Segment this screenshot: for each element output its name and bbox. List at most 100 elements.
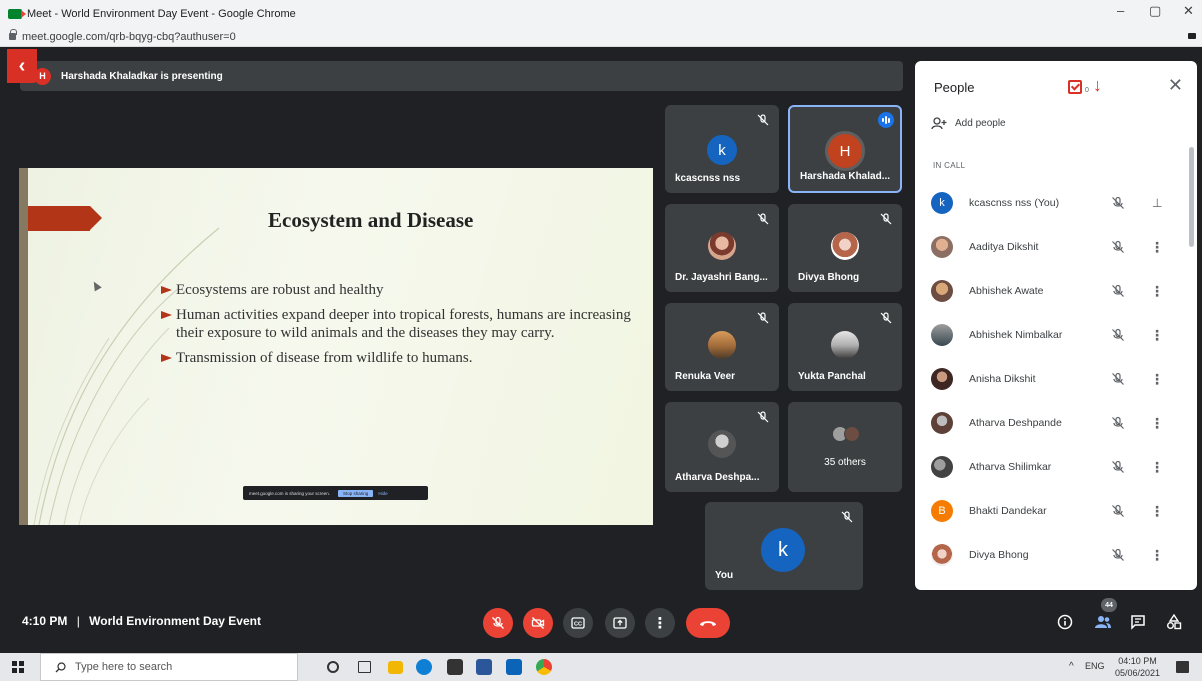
close-window-button[interactable]: ✕ [1183, 3, 1194, 19]
list-item[interactable]: Abhishek Nimbalkar ⋮ [915, 313, 1197, 357]
mic-off-icon [756, 113, 770, 127]
mic-off-icon [1111, 548, 1125, 562]
activities-button[interactable] [1166, 613, 1182, 633]
captions-icon: CC [571, 617, 585, 629]
captions-button[interactable]: CC [563, 608, 593, 638]
participant-tile[interactable]: k kcascnss nss [665, 105, 779, 193]
participant-tile[interactable]: Atharva Deshpa... [665, 402, 779, 492]
speaking-indicator-icon [878, 112, 894, 128]
slide-arrow-decoration [28, 206, 102, 231]
mic-off-icon [879, 311, 893, 325]
participant-tile[interactable]: Dr. Jayashri Bang... [665, 204, 779, 292]
list-item[interactable]: Atharva Shilimkar ⋮ [915, 445, 1197, 489]
list-item[interactable]: Aaditya Dikshit ⋮ [915, 225, 1197, 269]
avatar: B [931, 500, 953, 522]
avatar-photo [831, 331, 859, 359]
more-vert-icon: ⋮ [652, 615, 668, 632]
more-options-icon[interactable]: ⋮ [1150, 503, 1164, 520]
store-icon[interactable] [447, 659, 463, 675]
meeting-details[interactable]: 4:10 PM | World Environment Day Event [22, 614, 261, 628]
collapse-presentation-button[interactable]: ‹ [7, 49, 37, 83]
more-options-icon[interactable]: ⋮ [1150, 415, 1164, 432]
participant-tile-active[interactable]: H Harshada Khalad... [788, 105, 902, 193]
people-icon [1095, 616, 1111, 628]
more-options-icon[interactable]: ⋮ [1150, 547, 1164, 564]
list-item[interactable]: k kcascnss nss (You) ⊥ [915, 181, 1197, 225]
windows-start-icon[interactable] [12, 661, 24, 673]
add-people-button[interactable]: Add people [931, 117, 1006, 130]
participant-tile[interactable]: Yukta Panchal [788, 303, 902, 391]
extension-icon[interactable] [1188, 33, 1196, 39]
lock-icon [9, 29, 17, 40]
list-item[interactable]: Anisha Dikshit ⋮ [915, 357, 1197, 401]
taskbar-clock[interactable]: 04:10 PM 05/06/2021 [1115, 655, 1160, 679]
more-options-icon[interactable]: ⋮ [1150, 459, 1164, 476]
participant-name: Anisha Dikshit [969, 373, 1036, 385]
slide-bullet: Ecosystems are robust and healthy [161, 281, 631, 299]
chat-button[interactable] [1130, 614, 1146, 633]
file-explorer-icon[interactable] [388, 661, 403, 674]
participant-name: kcascnss nss (You) [969, 197, 1060, 209]
minimize-button[interactable]: – [1117, 3, 1124, 18]
mic-off-icon [1111, 460, 1125, 474]
people-panel-scrollbar[interactable] [1189, 147, 1194, 247]
word-icon[interactable] [476, 659, 492, 675]
leave-call-button[interactable] [686, 608, 730, 638]
more-options-icon[interactable]: ⋮ [1150, 283, 1164, 300]
participant-name: Renuka Veer [675, 371, 736, 382]
meeting-time: 4:10 PM [22, 614, 68, 628]
people-panel: People 0 ↓ ✕ Add people IN CALL k kcascn… [915, 61, 1197, 590]
tray-overflow-icon[interactable]: ^ [1069, 661, 1074, 672]
more-options-icon[interactable]: ⋮ [1150, 239, 1164, 256]
more-options-icon[interactable]: ⋮ [1150, 371, 1164, 388]
clock-time: 04:10 PM [1118, 656, 1157, 666]
raised-hands-icon[interactable] [1068, 80, 1082, 94]
share-banner-text: meet.google.com is sharing your screen. [249, 490, 331, 496]
list-item[interactable]: Abhishek Awate ⋮ [915, 269, 1197, 313]
meeting-separator: | [76, 614, 80, 628]
language-indicator[interactable]: ENG [1085, 661, 1105, 671]
notifications-icon[interactable] [1176, 661, 1189, 673]
more-options-icon[interactable]: ⋮ [1150, 327, 1164, 344]
cortana-icon[interactable] [327, 661, 339, 673]
more-options-button[interactable]: ⋮ [645, 608, 675, 638]
present-now-button[interactable] [605, 608, 635, 638]
url-text[interactable]: meet.google.com/qrb-bqyg-cbq?authuser=0 [22, 31, 236, 43]
in-call-section-label: IN CALL [933, 161, 966, 170]
edge-browser-icon[interactable] [416, 659, 432, 675]
address-bar[interactable]: meet.google.com/qrb-bqyg-cbq?authuser=0 [0, 27, 1202, 47]
participant-tile[interactable]: Divya Bhong [788, 204, 902, 292]
others-tile[interactable]: 35 others [788, 402, 902, 492]
slide-bullet: Transmission of disease from wildlife to… [161, 349, 631, 367]
mic-off-icon [756, 311, 770, 325]
mic-off-icon [1111, 328, 1125, 342]
screen-share-banner: meet.google.com is sharing your screen. … [243, 486, 428, 500]
mail-icon[interactable] [506, 659, 522, 675]
self-view-tile[interactable]: k You [705, 502, 863, 590]
avatar-photo [844, 426, 860, 442]
camera-toggle-button[interactable] [523, 608, 553, 638]
raised-hands-count: 0 [1085, 87, 1089, 94]
taskbar-search-input[interactable]: Type here to search [40, 653, 298, 681]
close-panel-button[interactable]: ✕ [1168, 75, 1183, 96]
participant-name: Bhakti Dandekar [969, 505, 1047, 517]
avatar-photo [931, 368, 953, 390]
meeting-details-button[interactable] [1057, 614, 1073, 633]
presentation-slide: Ecosystem and Disease Ecosystems are rob… [19, 168, 653, 525]
hide-banner-button[interactable]: Hide [378, 491, 387, 496]
maximize-button[interactable]: ▢ [1149, 3, 1161, 19]
participant-name: Harshada Khalad... [800, 171, 891, 182]
list-item[interactable]: B Bhakti Dandekar ⋮ [915, 489, 1197, 533]
stop-sharing-button[interactable]: Stop sharing [338, 489, 374, 497]
list-item[interactable]: Divya Bhong ⋮ [915, 533, 1197, 577]
microphone-toggle-button[interactable] [483, 608, 513, 638]
chrome-icon[interactable] [536, 659, 552, 675]
list-item[interactable]: Atharva Deshpande ⋮ [915, 401, 1197, 445]
task-view-icon[interactable] [358, 661, 371, 673]
windows-taskbar: Type here to search ^ ENG 04:10 PM 05/06… [0, 653, 1202, 681]
avatar-photo [931, 412, 953, 434]
slide-title: Ecosystem and Disease [268, 208, 474, 232]
participant-tile[interactable]: Renuka Veer [665, 303, 779, 391]
people-button[interactable] [1094, 614, 1112, 633]
pin-icon[interactable]: ⊥ [1152, 196, 1162, 210]
